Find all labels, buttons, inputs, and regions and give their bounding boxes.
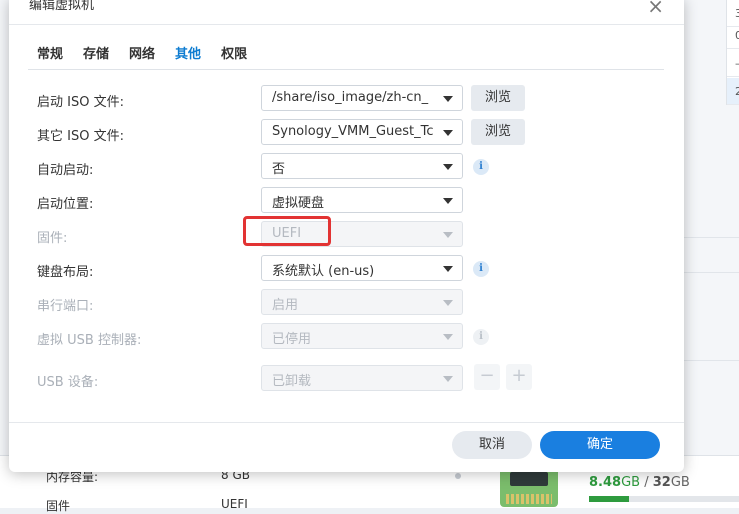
usb-device-value: 已卸载 [272,374,312,389]
usb-controller-value: 已停用 [272,332,312,347]
keyboard-label: 键盘布局: [37,265,94,280]
table-row-selected[interactable]: 2 [727,78,739,105]
remove-usb-button: − [474,364,500,390]
serial-port-label: 串行端口: [37,299,94,314]
add-usb-button: + [506,364,532,390]
tab-network[interactable]: 网络 [129,43,155,62]
other-iso-select[interactable]: Synology_VMM_Guest_Tc [261,119,463,145]
tab-other[interactable]: 其他 [175,43,201,62]
autostart-value: 否 [272,162,286,177]
autostart-label: 自动启动: [37,163,94,178]
edit-vm-dialog: 编辑虚拟机 × 常规 存储 网络 其他 权限 启动 ISO 文件: /share… [9,0,684,472]
status-dot [455,473,461,479]
serial-port-select: 启用 [261,289,463,315]
footer-divider [9,422,684,423]
tab-permissions[interactable]: 权限 [221,43,247,62]
cancel-button[interactable]: 取消 [452,431,532,459]
memory-chip-icon [500,466,558,507]
chevron-down-icon [443,232,453,238]
boot-from-select[interactable]: 虚拟硬盘 [261,187,463,213]
tab-bar: 常规 存储 网络 其他 权限 [37,43,267,62]
autostart-select[interactable]: 否 [261,153,463,179]
dialog-title: 编辑虚拟机 [29,0,95,13]
keyboard-select[interactable]: 系统默认 (en-us) [261,255,463,281]
chevron-down-icon [443,376,453,382]
tab-general[interactable]: 常规 [37,43,63,62]
usb-device-label: USB 设备: [37,375,99,390]
firmware-info-label: 固件 [46,499,71,513]
keyboard-value: 系统默认 (en-us) [272,264,375,279]
chevron-down-icon [443,96,453,102]
tabs-divider [28,69,664,70]
background-divider [684,237,739,238]
tab-storage[interactable]: 存储 [83,43,109,62]
chevron-down-icon [443,130,453,136]
boot-from-value: 虚拟硬盘 [272,196,325,211]
background-divider [684,272,739,273]
ok-button[interactable]: 确定 [540,431,660,459]
memory-usage-fill [589,496,629,502]
boot-from-label: 启动位置: [37,197,94,212]
boot-iso-value: /share/iso_image/zh-cn_ [272,90,429,105]
chevron-down-icon [443,334,453,340]
usb-controller-select: 已停用 [261,323,463,349]
usb-device-select: 已卸载 [261,365,463,391]
other-iso-value: Synology_VMM_Guest_Tc [272,124,434,139]
chevron-down-icon [443,164,453,170]
other-iso-label: 其它 ISO 文件: [37,129,124,144]
table-row[interactable]: 0 [727,22,739,49]
background-divider [684,360,739,361]
chevron-down-icon [443,300,453,306]
firmware-highlight-box [243,216,331,246]
table-row[interactable]: — [727,50,739,77]
info-icon: i [473,329,489,345]
chevron-down-icon [443,198,453,204]
serial-port-value: 启用 [272,298,299,313]
info-icon[interactable]: i [473,159,489,175]
browse-boot-iso-button[interactable]: 浏览 [471,85,525,111]
memory-usage-text: 8.48GB / 32GB [589,475,690,490]
boot-iso-label: 启动 ISO 文件: [37,95,124,110]
usb-controller-label: 虚拟 USB 控制器: [37,333,142,348]
firmware-info-value: UEFI [221,497,248,511]
memory-usage-bar [589,496,739,502]
background-table: 3 0 — 2 [726,0,739,105]
boot-iso-select[interactable]: /share/iso_image/zh-cn_ [261,85,463,111]
browse-other-iso-button[interactable]: 浏览 [471,119,525,145]
chevron-down-icon [443,266,453,272]
firmware-label: 固件: [37,231,68,246]
info-icon[interactable]: i [473,261,489,277]
close-icon[interactable]: × [647,0,664,16]
title-divider [9,24,684,25]
